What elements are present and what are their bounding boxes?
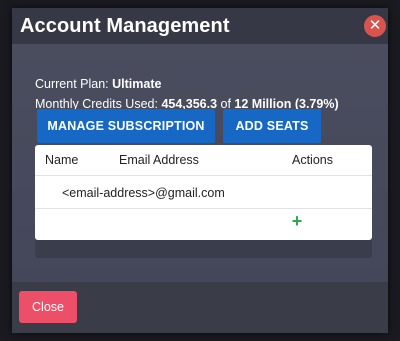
add-seats-button[interactable]: ADD SEATS xyxy=(223,109,321,143)
current-plan-label: Current Plan: xyxy=(35,77,113,91)
row-email-cell: <email-address>@gmail.com xyxy=(62,186,225,200)
manage-subscription-button[interactable]: MANAGE SUBSCRIPTION xyxy=(37,109,215,143)
current-plan-line: Current Plan: Ultimate xyxy=(35,77,161,91)
seats-table: Name Email Address Actions <email-addres… xyxy=(35,145,372,240)
modal-header: Account Management ✕ xyxy=(12,8,388,44)
close-icon[interactable]: ✕ xyxy=(364,15,386,37)
plus-icon[interactable]: + xyxy=(289,212,305,230)
header-divider xyxy=(35,175,372,176)
column-header-email: Email Address xyxy=(119,153,199,167)
modal-body: Current Plan: Ultimate Monthly Credits U… xyxy=(12,44,388,282)
modal-title: Account Management xyxy=(20,15,230,37)
modal-footer: Close xyxy=(12,282,388,333)
row-divider xyxy=(35,208,372,209)
column-header-name: Name xyxy=(45,153,79,167)
close-button[interactable]: Close xyxy=(19,291,77,323)
table-footer-strip xyxy=(35,240,372,258)
column-header-actions: Actions xyxy=(292,153,333,167)
account-management-modal: Account Management ✕ Current Plan: Ultim… xyxy=(12,8,388,333)
current-plan-value: Ultimate xyxy=(112,77,162,91)
